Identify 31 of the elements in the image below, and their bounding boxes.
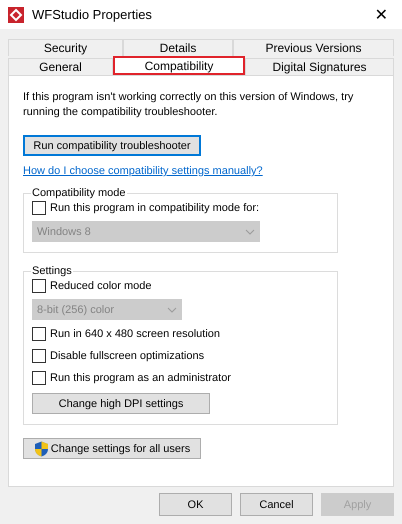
window-title: WFStudio Properties xyxy=(32,7,153,22)
dpi-settings-button[interactable]: Change high DPI settings xyxy=(32,393,210,414)
checkbox-row[interactable]: Run this program as an administrator xyxy=(32,369,329,386)
help-link[interactable]: How do I choose compatibility settings manually? xyxy=(23,165,379,177)
dialog-button[interactable]: OK xyxy=(159,493,232,516)
tab[interactable]: Previous Versions xyxy=(233,39,394,56)
checkbox-row[interactable]: Run this program in compatibility mode for: xyxy=(32,199,329,216)
tab[interactable]: Digital Signatures xyxy=(245,58,394,75)
chevron-icon xyxy=(245,228,255,234)
checkbox[interactable] xyxy=(32,348,46,362)
troubleshooter-button[interactable]: Run compatibility troubleshooter xyxy=(23,135,201,156)
checkbox[interactable] xyxy=(32,370,46,384)
tab[interactable]: Compatibility xyxy=(113,56,245,75)
chevron-icon xyxy=(167,306,177,312)
description-text: If this program isn't working correctly on this version of Windows, try running the compatibility troubleshooter. xyxy=(23,90,354,120)
app-logo-icon xyxy=(8,6,24,22)
checkbox-row[interactable]: Run in 640 x 480 screen resolution xyxy=(32,325,329,342)
checkbox-row[interactable]: Reduced color mode xyxy=(32,277,329,294)
tab[interactable]: Security xyxy=(8,39,123,56)
tab[interactable]: Details xyxy=(123,39,233,56)
group-title: Compatibility mode xyxy=(31,187,127,199)
checkbox[interactable] xyxy=(32,200,46,214)
close-button[interactable]: ✕ xyxy=(368,5,394,24)
checkbox[interactable] xyxy=(32,278,46,292)
shield-icon xyxy=(34,440,49,456)
dialog-button[interactable]: Cancel xyxy=(240,493,313,516)
group-title: Settings xyxy=(31,265,73,277)
checkbox-row[interactable]: Disable fullscreen optimizations xyxy=(32,347,329,364)
tab[interactable]: General xyxy=(8,58,113,75)
all-users-button[interactable]: Change settings for all users xyxy=(23,438,201,459)
checkbox[interactable] xyxy=(32,326,46,340)
